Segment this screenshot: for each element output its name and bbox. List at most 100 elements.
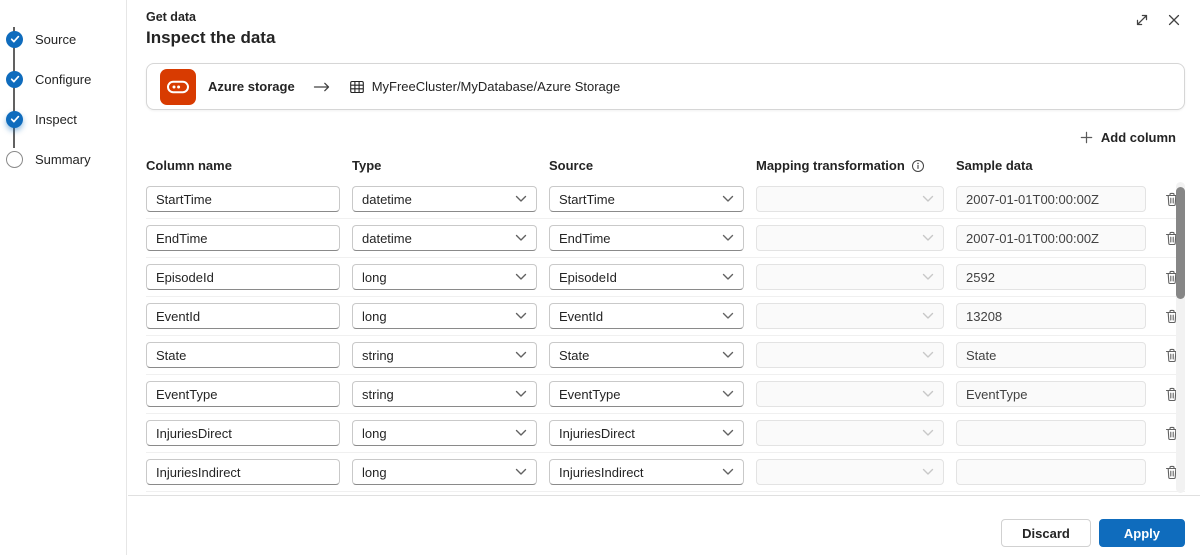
sample-data-field: 2592 <box>956 264 1146 290</box>
column-name-input[interactable] <box>146 303 340 329</box>
chevron-down-icon <box>922 273 934 281</box>
stepper-item-configure[interactable]: Configure <box>0 59 126 99</box>
chevron-down-icon <box>515 195 527 203</box>
expand-dialog-icon[interactable] <box>1134 12 1150 28</box>
stepper-item-inspect[interactable]: Inspect <box>0 99 126 139</box>
get-data-dialog: Source Configure Inspect Summary Get dat… <box>0 0 1200 555</box>
type-dropdown[interactable]: string <box>352 381 537 407</box>
type-dropdown[interactable]: long <box>352 459 537 485</box>
source-dropdown[interactable]: EventId <box>549 303 744 329</box>
type-value: datetime <box>362 230 412 246</box>
chevron-down-icon <box>515 312 527 320</box>
table-row: string EventType EventType <box>146 375 1185 414</box>
column-name-input[interactable] <box>146 342 340 368</box>
type-dropdown[interactable]: datetime <box>352 186 537 212</box>
step-label: Configure <box>35 71 92 87</box>
step-complete-icon <box>6 30 23 48</box>
add-column-button[interactable]: Add column <box>1079 130 1176 145</box>
chevron-down-icon <box>722 312 734 320</box>
type-value: long <box>362 269 387 285</box>
source-summary-card: Azure storage MyFreeCluster/MyDatabase/A… <box>146 63 1185 110</box>
mapping-transformation-dropdown <box>756 420 944 446</box>
chevron-down-icon <box>515 390 527 398</box>
table-row: string State State <box>146 336 1185 375</box>
source-value: State <box>559 347 590 363</box>
table-grid-icon <box>349 79 365 95</box>
source-dropdown[interactable]: State <box>549 342 744 368</box>
header-source: Source <box>549 158 594 173</box>
apply-button[interactable]: Apply <box>1098 519 1185 547</box>
source-value: EpisodeId <box>559 269 617 285</box>
dialog-main: Get data Inspect the data Azure storage … <box>128 0 1200 555</box>
plus-icon <box>1079 130 1094 145</box>
chevron-down-icon <box>722 468 734 476</box>
source-dropdown[interactable]: InjuriesDirect <box>549 420 744 446</box>
dialog-header: Get data Inspect the data <box>128 0 1200 48</box>
source-dropdown[interactable]: EpisodeId <box>549 264 744 290</box>
type-value: string <box>362 386 394 402</box>
sample-data-field <box>956 420 1146 446</box>
table-header-row: Column name Type Source Mapping transfor… <box>146 158 1185 173</box>
source-dropdown[interactable]: StartTime <box>549 186 744 212</box>
type-dropdown[interactable]: datetime <box>352 225 537 251</box>
chevron-down-icon <box>722 429 734 437</box>
chevron-down-icon <box>922 468 934 476</box>
sample-data-field: State <box>956 342 1146 368</box>
source-value: EventId <box>559 308 604 324</box>
mapping-transformation-dropdown <box>756 225 944 251</box>
chevron-down-icon <box>722 351 734 359</box>
chevron-down-icon <box>722 234 734 242</box>
chevron-down-icon <box>722 195 734 203</box>
header-type: Type <box>352 158 382 173</box>
chevron-down-icon <box>722 390 734 398</box>
mapping-transformation-dropdown <box>756 459 944 485</box>
chevron-down-icon <box>515 468 527 476</box>
table-row: long EventId 13208 <box>146 297 1185 336</box>
vertical-scrollbar-thumb[interactable] <box>1176 187 1185 299</box>
mapping-transformation-dropdown <box>756 303 944 329</box>
destination: MyFreeCluster/MyDatabase/Azure Storage <box>349 79 620 95</box>
vertical-scrollbar-track[interactable] <box>1176 182 1185 493</box>
discard-button[interactable]: Discard <box>1001 519 1091 547</box>
type-dropdown[interactable]: long <box>352 420 537 446</box>
chevron-down-icon <box>922 429 934 437</box>
column-name-input[interactable] <box>146 264 340 290</box>
column-name-input[interactable] <box>146 459 340 485</box>
table-row: long EpisodeId 2592 <box>146 258 1185 297</box>
source-value: InjuriesDirect <box>559 425 635 441</box>
header-sample-data: Sample data <box>956 158 1033 173</box>
type-value: long <box>362 425 387 441</box>
step-complete-icon <box>6 70 23 88</box>
close-icon[interactable] <box>1166 12 1182 28</box>
column-name-input[interactable] <box>146 186 340 212</box>
source-value: InjuriesIndirect <box>559 464 644 480</box>
type-value: long <box>362 464 387 480</box>
column-name-input[interactable] <box>146 225 340 251</box>
chevron-down-icon <box>515 273 527 281</box>
column-name-input[interactable] <box>146 420 340 446</box>
page-title: Inspect the data <box>146 28 276 47</box>
type-dropdown[interactable]: string <box>352 342 537 368</box>
source-dropdown[interactable]: EndTime <box>549 225 744 251</box>
column-name-input[interactable] <box>146 381 340 407</box>
type-dropdown[interactable]: long <box>352 264 537 290</box>
source-value: EventType <box>559 386 621 402</box>
stepper-item-source[interactable]: Source <box>0 19 126 59</box>
type-value: string <box>362 347 394 363</box>
source-dropdown[interactable]: EventType <box>549 381 744 407</box>
type-dropdown[interactable]: long <box>352 303 537 329</box>
chevron-down-icon <box>722 273 734 281</box>
step-label: Source <box>35 31 77 47</box>
header-mapping-label: Mapping transformation <box>756 158 905 173</box>
info-icon[interactable] <box>911 159 925 173</box>
sample-data-field: EventType <box>956 381 1146 407</box>
chevron-down-icon <box>922 390 934 398</box>
step-pending-icon <box>6 150 23 168</box>
arrow-right-icon <box>313 82 331 92</box>
chevron-down-icon <box>515 234 527 242</box>
stepper-item-summary[interactable]: Summary <box>0 139 126 179</box>
chevron-down-icon <box>922 351 934 359</box>
source-dropdown[interactable]: InjuriesIndirect <box>549 459 744 485</box>
table-row: long InjuriesIndirect <box>146 453 1185 492</box>
chevron-down-icon <box>922 312 934 320</box>
